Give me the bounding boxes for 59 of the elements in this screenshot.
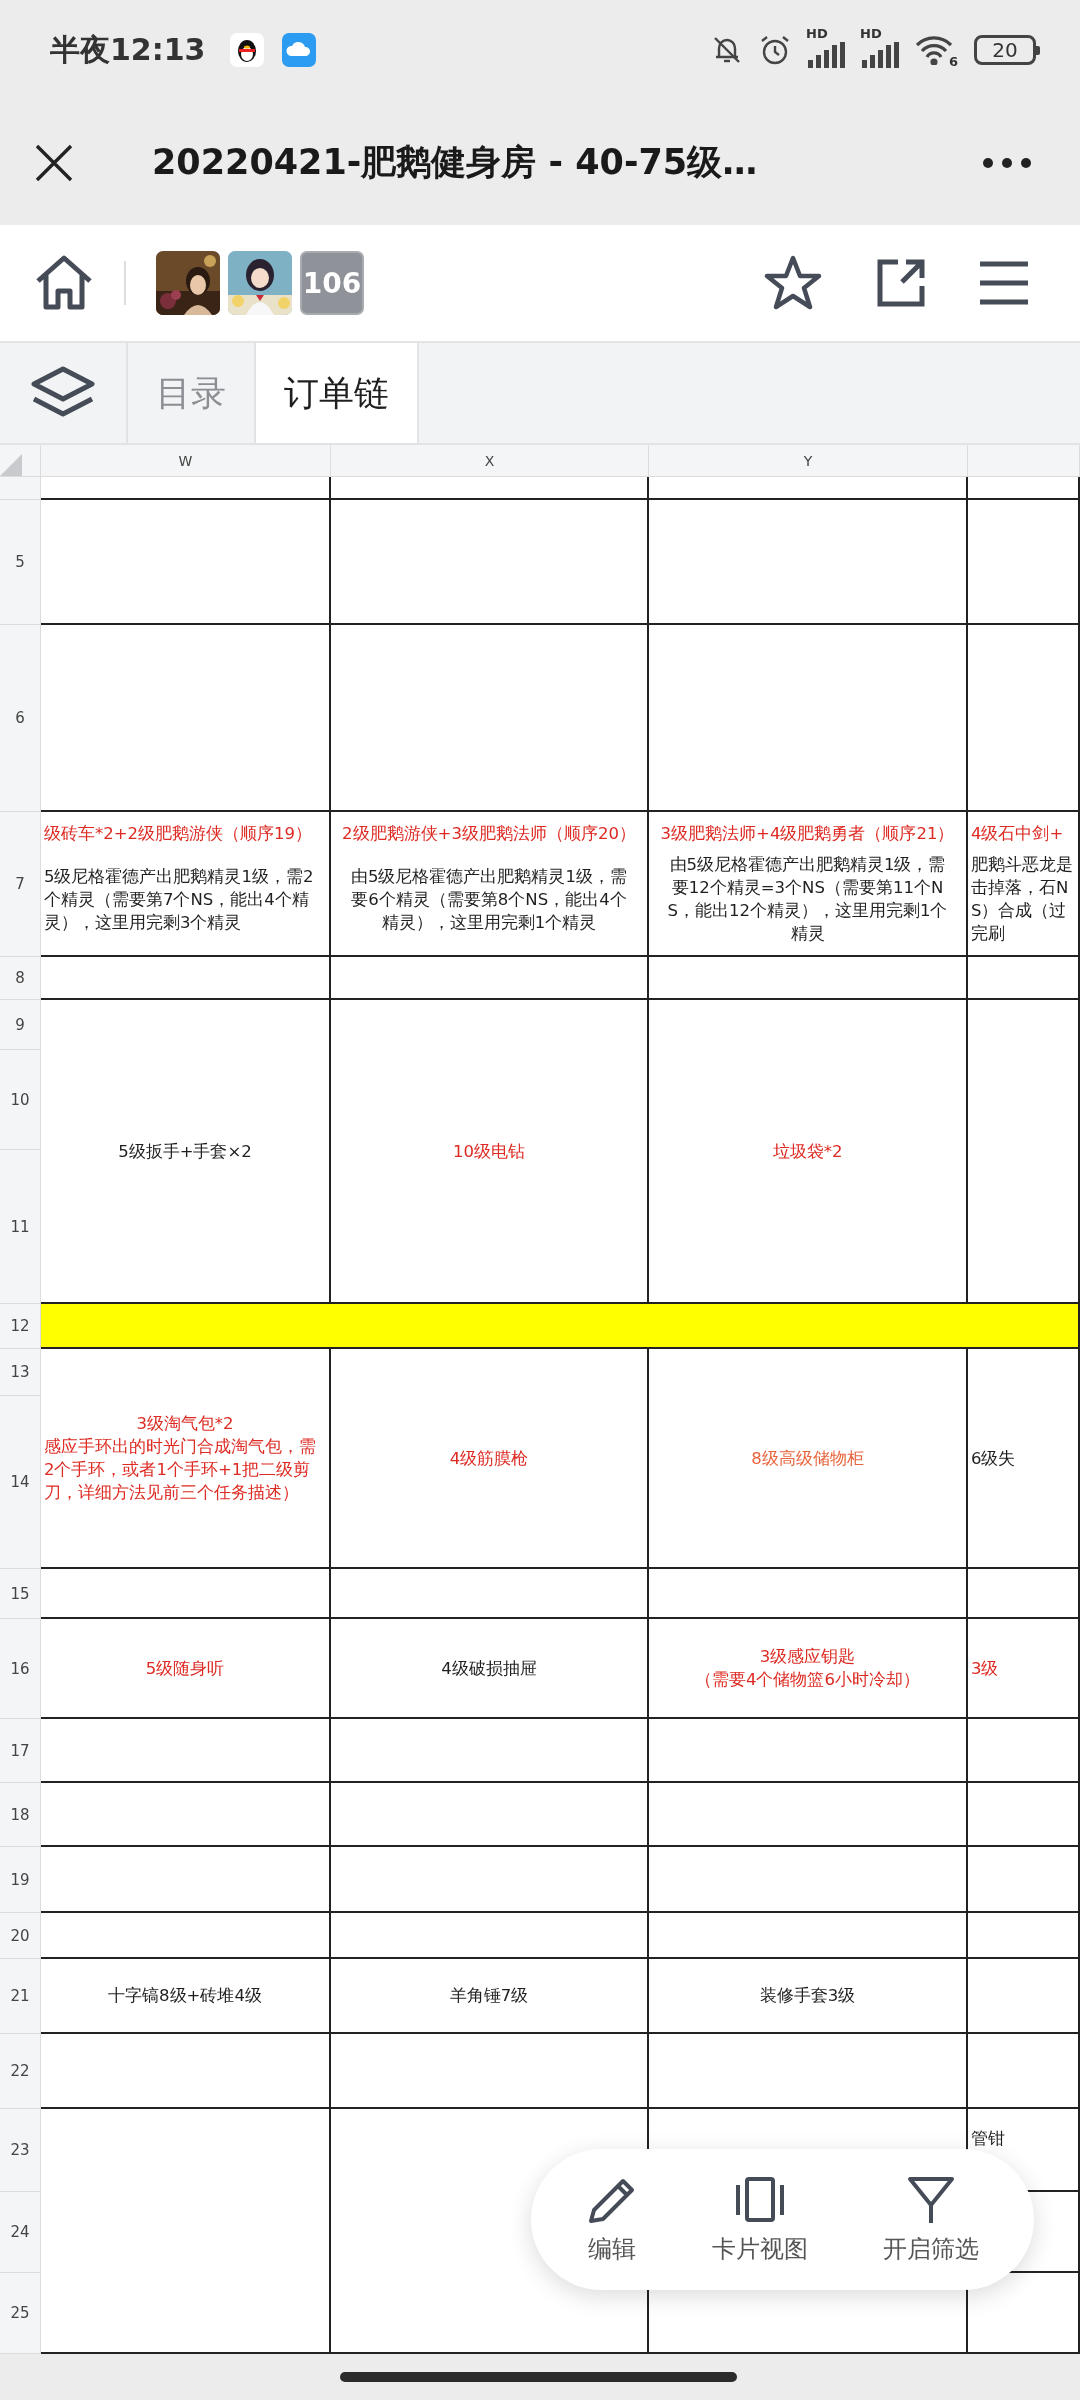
- cell-text: 6级失: [971, 1447, 1016, 1470]
- cell-text: 级砖车*2+2级肥鹅游侠（顺序19）: [44, 823, 313, 845]
- cell-text: 4级筋膜枪: [449, 1447, 529, 1470]
- row-header[interactable]: 11: [0, 1150, 41, 1304]
- cell-text: 4级石中剑+: [971, 823, 1064, 845]
- cell-text: 由5级尼格霍德产出肥鹅精灵1级，需要12个精灵=3个NS（需要第11个NS，能出12个精灵），这里用完剩1个精灵: [666, 854, 949, 945]
- cell-text: 5级尼格霍德产出肥鹅精灵1级，需2个精灵（需要第7个NS，能出4个精灵），这里用完剩3个精灵: [44, 865, 315, 934]
- row-header[interactable]: 17: [0, 1719, 41, 1783]
- cell-text: 10级电钻: [453, 1140, 525, 1163]
- row-header[interactable]: 8: [0, 957, 41, 1000]
- column-header[interactable]: Y: [649, 445, 968, 477]
- row-header[interactable]: 23: [0, 2109, 41, 2192]
- cell-text: 感应手环出的时光门合成淘气包，需2个手环，或者1个手环+1把二级剪刀，详细方法见前三个任务描述）: [44, 1436, 317, 1504]
- column-header[interactable]: W: [41, 445, 331, 477]
- row-header[interactable]: 13: [0, 1349, 41, 1396]
- row-header[interactable]: 15: [0, 1569, 41, 1619]
- cell-text: （需要4个储物篮6小时冷却）: [695, 1669, 920, 1691]
- network-type-label: HD: [806, 26, 828, 41]
- row-header[interactable]: 9: [0, 1000, 41, 1050]
- cell-text: 肥鹅斗恶龙是击掉落，石NS）合成（过完刷: [971, 854, 1074, 945]
- cell-text: 3级淘气包*2: [136, 1413, 234, 1435]
- row-header[interactable]: 21: [0, 1959, 41, 2034]
- network-type-label: HD: [860, 26, 882, 41]
- battery-indicator: 20: [974, 35, 1040, 65]
- row-header[interactable]: 18: [0, 1783, 41, 1847]
- row-header[interactable]: 12: [0, 1304, 41, 1349]
- row-header[interactable]: 20: [0, 1913, 41, 1959]
- row-header[interactable]: 7: [0, 812, 41, 957]
- wifi-standard-label: 6: [948, 54, 958, 69]
- filter-button[interactable]: 开启筛选: [882, 2174, 979, 2265]
- edit-button[interactable]: 编辑: [586, 2174, 637, 2265]
- row-header[interactable]: 5: [0, 500, 41, 625]
- cell-text: 十字镐8级+砖堆4级: [108, 1985, 262, 2007]
- cell-text: 8级高级储物柜: [751, 1447, 864, 1470]
- cell-text: 装修手套3级: [759, 1985, 856, 2007]
- column-header[interactable]: X: [331, 445, 649, 477]
- clock-time: 半夜12:13: [50, 30, 206, 69]
- row-header[interactable]: 6: [0, 625, 41, 812]
- row-header[interactable]: 10: [0, 1050, 41, 1150]
- window-title: 20220421-肥鹅健身房 - 40-75级…: [152, 141, 759, 184]
- cell-text: 3级肥鹅法师+4级肥鹅勇者（顺序21）: [660, 823, 955, 845]
- cell-text: 由5级尼格霍德产出肥鹅精灵1级，需要6个精灵（需要第8个NS，能出4个精灵），这里用完剩1个精灵: [350, 865, 628, 934]
- card-view-button[interactable]: 卡片视图: [711, 2174, 808, 2265]
- row-header[interactable]: 25: [0, 2273, 41, 2354]
- row-header[interactable]: 14: [0, 1396, 41, 1569]
- row-header[interactable]: 24: [0, 2192, 41, 2273]
- cell-text: 5级随身听: [145, 1657, 225, 1680]
- cell-text: 管钳: [971, 2128, 1005, 2150]
- cell-text: 4级破损抽屉: [441, 1657, 537, 1680]
- cell-text: 垃圾袋*2: [772, 1140, 843, 1163]
- row-header[interactable]: 22: [0, 2034, 41, 2109]
- cell-text: 2级肥鹅游侠+3级肥鹅法师（顺序20）: [342, 823, 636, 845]
- cell-text: 3级感应钥匙: [759, 1646, 856, 1668]
- row-header[interactable]: 19: [0, 1847, 41, 1913]
- cell-text: 羊角锤7级: [449, 1985, 529, 2007]
- row-header[interactable]: 16: [0, 1619, 41, 1719]
- cell-text: 5级扳手+手套×2: [118, 1140, 252, 1163]
- cell-text: 3级: [971, 1657, 999, 1680]
- sheet-tab[interactable]: 订单链: [256, 343, 419, 443]
